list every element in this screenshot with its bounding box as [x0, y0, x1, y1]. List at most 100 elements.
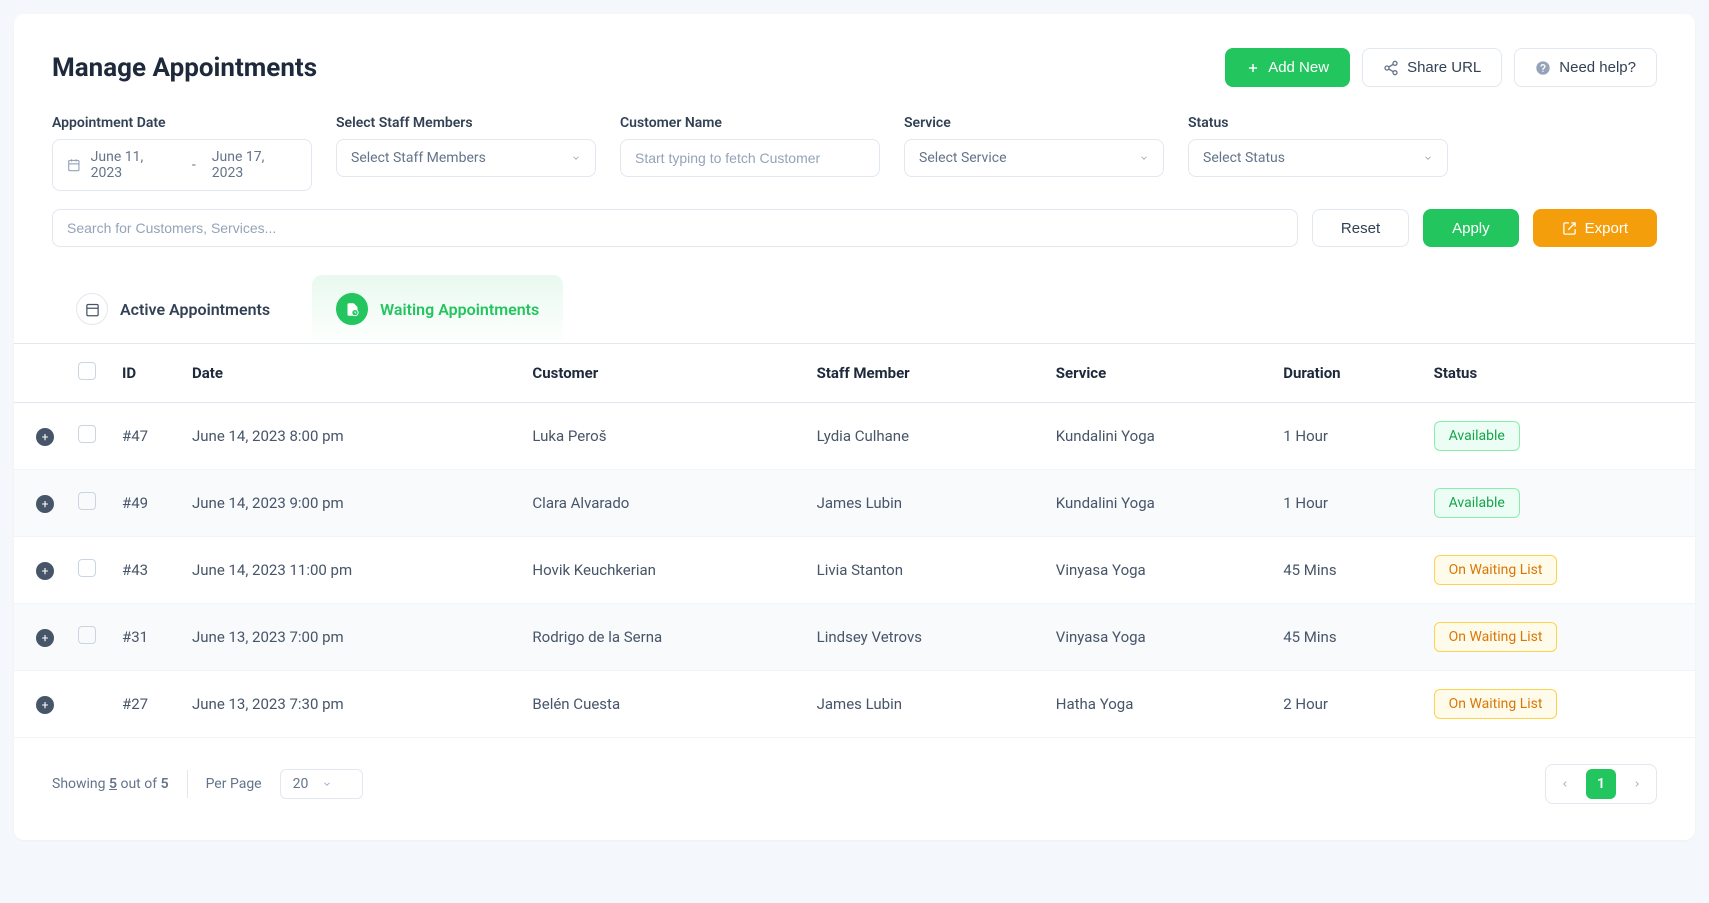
share-url-label: Share URL [1407, 59, 1481, 76]
chevron-down-icon [322, 779, 332, 789]
date-end: June 17, 2023 [212, 149, 297, 181]
chevron-down-icon [1423, 153, 1433, 163]
filter-status: Status Select Status [1188, 115, 1448, 191]
date-range-picker[interactable]: June 11, 2023 - June 17, 2023 [52, 139, 312, 191]
col-id: ID [110, 344, 180, 403]
cell-service: Vinyasa Yoga [1044, 604, 1271, 671]
showing-prefix: Showing [52, 776, 109, 792]
expand-row-button[interactable]: + [36, 696, 54, 714]
staff-placeholder: Select Staff Members [351, 150, 486, 166]
row-checkbox[interactable] [78, 559, 96, 577]
status-select[interactable]: Select Status [1188, 139, 1448, 177]
cell-date: June 14, 2023 9:00 pm [180, 470, 520, 537]
filters-row: Appointment Date June 11, 2023 - June 17… [52, 115, 1657, 191]
reset-button[interactable]: Reset [1312, 209, 1409, 247]
cell-id: #47 [110, 403, 180, 470]
add-new-button[interactable]: Add New [1225, 48, 1350, 87]
showing-total: 5 [161, 776, 169, 792]
table-row: +#49June 14, 2023 9:00 pmClara AlvaradoJ… [14, 470, 1695, 537]
cell-customer: Rodrigo de la Serna [520, 604, 804, 671]
cell-staff: James Lubin [805, 671, 1044, 738]
expand-row-button[interactable]: + [36, 495, 54, 513]
cell-staff: Lindsey Vetrovs [805, 604, 1044, 671]
need-help-label: Need help? [1559, 59, 1636, 76]
share-url-button[interactable]: Share URL [1362, 48, 1502, 87]
apply-label: Apply [1452, 220, 1490, 237]
export-label: Export [1585, 220, 1628, 237]
chevron-down-icon [1139, 153, 1149, 163]
export-icon [1562, 221, 1577, 236]
staff-select[interactable]: Select Staff Members [336, 139, 596, 177]
status-badge: Available [1434, 421, 1520, 451]
col-staff: Staff Member [805, 344, 1044, 403]
status-badge: On Waiting List [1434, 689, 1558, 719]
search-input-wrap [52, 209, 1298, 247]
per-page-value: 20 [293, 776, 309, 792]
tab-waiting-label: Waiting Appointments [380, 300, 539, 319]
cell-duration: 1 Hour [1271, 403, 1421, 470]
page-title: Manage Appointments [52, 53, 317, 83]
cell-date: June 13, 2023 7:00 pm [180, 604, 520, 671]
select-all-checkbox[interactable] [78, 362, 96, 380]
cell-staff: Lydia Culhane [805, 403, 1044, 470]
need-help-button[interactable]: Need help? [1514, 48, 1657, 87]
header-buttons: Add New Share URL Need help? [1225, 48, 1657, 87]
waiting-list-icon [336, 293, 368, 325]
customer-input[interactable] [635, 150, 865, 166]
status-badge: Available [1434, 488, 1520, 518]
table-header-row: ID Date Customer Staff Member Service Du… [14, 344, 1695, 403]
apply-button[interactable]: Apply [1423, 209, 1519, 247]
cell-service: Kundalini Yoga [1044, 470, 1271, 537]
title-row: Manage Appointments Add New Share URL Ne… [52, 48, 1657, 87]
calendar-icon [76, 293, 108, 325]
service-select[interactable]: Select Service [904, 139, 1164, 177]
pagination: 1 [1545, 764, 1657, 804]
table-row: +#43June 14, 2023 11:00 pmHovik Keuchker… [14, 537, 1695, 604]
cell-service: Vinyasa Yoga [1044, 537, 1271, 604]
cell-customer: Clara Alvarado [520, 470, 804, 537]
showing-mid: out of [117, 776, 161, 792]
row-checkbox[interactable] [78, 492, 96, 510]
calendar-icon [67, 158, 81, 172]
cell-date: June 13, 2023 7:30 pm [180, 671, 520, 738]
col-expand [14, 344, 66, 403]
tab-waiting-appointments[interactable]: Waiting Appointments [312, 275, 563, 343]
cell-id: #27 [110, 671, 180, 738]
filter-service: Service Select Service [904, 115, 1164, 191]
col-date: Date [180, 344, 520, 403]
page-next[interactable] [1622, 769, 1652, 799]
export-button[interactable]: Export [1533, 209, 1657, 247]
appointments-table: ID Date Customer Staff Member Service Du… [14, 344, 1695, 738]
showing-text: Showing 5 out of 5 [52, 776, 169, 792]
page-prev[interactable] [1550, 769, 1580, 799]
search-input[interactable] [67, 220, 1283, 236]
page-1[interactable]: 1 [1586, 769, 1616, 799]
cell-service: Hatha Yoga [1044, 671, 1271, 738]
col-status: Status [1422, 344, 1695, 403]
tabs: Active Appointments Waiting Appointments [14, 275, 1695, 344]
expand-row-button[interactable]: + [36, 629, 54, 647]
status-label: Status [1188, 115, 1448, 131]
expand-row-button[interactable]: + [36, 562, 54, 580]
divider [187, 770, 188, 798]
row-checkbox[interactable] [78, 425, 96, 443]
cell-customer: Hovik Keuchkerian [520, 537, 804, 604]
cell-duration: 45 Mins [1271, 604, 1421, 671]
status-badge: On Waiting List [1434, 622, 1558, 652]
header-section: Manage Appointments Add New Share URL Ne… [14, 14, 1695, 247]
chevron-down-icon [571, 153, 581, 163]
cell-staff: Livia Stanton [805, 537, 1044, 604]
tab-active-appointments[interactable]: Active Appointments [52, 275, 294, 343]
service-label: Service [904, 115, 1164, 131]
per-page-label: Per Page [206, 776, 262, 792]
status-badge: On Waiting List [1434, 555, 1558, 585]
share-icon [1383, 60, 1399, 76]
appointments-card: Manage Appointments Add New Share URL Ne… [14, 14, 1695, 840]
plus-icon [1246, 61, 1260, 75]
col-customer: Customer [520, 344, 804, 403]
status-placeholder: Select Status [1203, 150, 1285, 166]
per-page-select[interactable]: 20 [280, 769, 364, 799]
date-label: Appointment Date [52, 115, 312, 131]
row-checkbox[interactable] [78, 626, 96, 644]
expand-row-button[interactable]: + [36, 428, 54, 446]
